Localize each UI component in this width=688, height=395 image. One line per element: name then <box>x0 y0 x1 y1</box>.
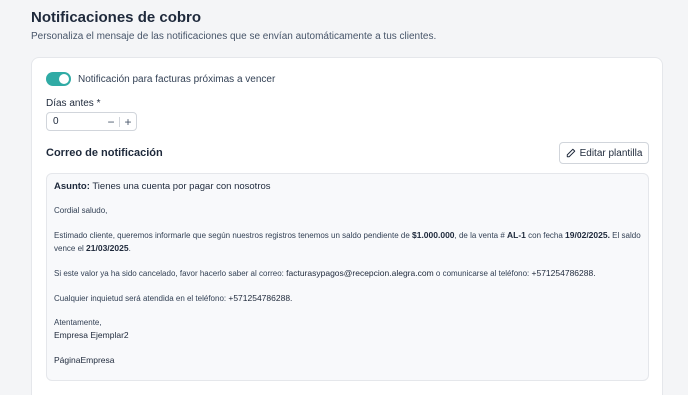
days-before-input[interactable] <box>53 116 103 127</box>
page-subtitle: Personaliza el mensaje de las notificaci… <box>31 31 437 42</box>
email-section-title: Correo de notificación <box>46 147 163 159</box>
increment-button[interactable]: + <box>120 113 136 130</box>
decrement-button[interactable]: − <box>103 113 119 130</box>
support-phone: +571254786288. <box>228 293 293 303</box>
edit-template-label: Editar plantilla <box>579 147 643 159</box>
email-paragraph-1: Estimado cliente, queremos informarle qu… <box>54 230 641 253</box>
sale-date: 19/02/2025. <box>565 230 610 240</box>
email-closing: Atentamente, <box>54 318 102 327</box>
email-paragraph-2: Si este valor ya ha sido cancelado, favo… <box>54 268 596 278</box>
email-subject: Asunto: Tienes una cuenta por pagar con … <box>54 181 641 192</box>
subject-text: Tienes una cuenta por pagar con nosotros <box>89 181 271 192</box>
contact-email: facturasypagos@recepcion.alegra.com <box>286 268 434 278</box>
email-paragraph-3: Cualquier inquietud será atendida en el … <box>54 293 293 303</box>
amount-value: $1.000.000 <box>411 230 455 240</box>
email-preview: Asunto: Tienes una cuenta por pagar con … <box>46 173 649 381</box>
settings-card: Notificación para facturas próximas a ve… <box>31 57 663 395</box>
days-before-stepper: − + <box>46 112 137 131</box>
toggle-knob <box>59 74 69 84</box>
company-name: Empresa Ejemplar2 <box>54 330 129 340</box>
pencil-icon <box>566 148 575 158</box>
contact-phone: +571254786288. <box>531 268 596 278</box>
days-before-label: Días antes * <box>46 98 101 109</box>
subject-label: Asunto: <box>54 181 90 192</box>
toggle-row: Notificación para facturas próximas a ve… <box>46 72 275 86</box>
email-greeting: Cordial saludo, <box>54 206 108 215</box>
notification-toggle[interactable] <box>46 72 71 86</box>
sale-number: AL-1 <box>507 230 526 240</box>
company-website: PáginaEmpresa <box>54 355 115 365</box>
toggle-label: Notificación para facturas próximas a ve… <box>78 73 276 85</box>
page-title: Notificaciones de cobro <box>31 9 202 26</box>
due-date: 21/03/2025 <box>86 243 129 253</box>
edit-template-button[interactable]: Editar plantilla <box>559 142 649 164</box>
